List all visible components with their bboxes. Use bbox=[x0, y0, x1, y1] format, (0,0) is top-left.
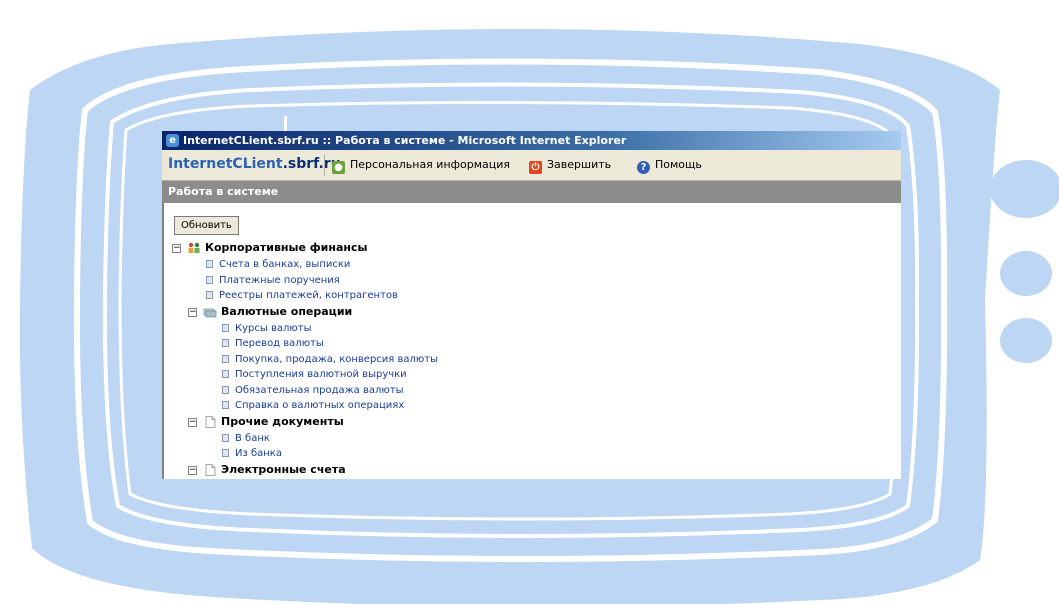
document-icon bbox=[222, 339, 229, 347]
personal-info-label: Персональная информация bbox=[350, 158, 511, 171]
tree-item[interactable]: Счета в банках, выписки bbox=[206, 257, 350, 272]
collapse-toggle-icon[interactable]: − bbox=[188, 417, 197, 427]
collapse-toggle-icon[interactable]: − bbox=[188, 465, 197, 475]
tree-item[interactable]: Из банка bbox=[222, 446, 282, 461]
decor-circle bbox=[1000, 318, 1052, 363]
power-icon: ⏻ bbox=[529, 161, 542, 174]
content-panel: Обновить − Корпоративные финансы Счета в … bbox=[162, 203, 901, 479]
personal-info-button[interactable]: ● Персональная информация bbox=[332, 158, 510, 174]
document-icon bbox=[222, 434, 229, 442]
tree-item-label: Платежные поручения bbox=[219, 275, 340, 286]
tree-item[interactable]: Реестры платежей, контрагентов bbox=[206, 288, 398, 303]
tree-item[interactable]: В банк bbox=[222, 431, 270, 446]
help-button[interactable]: ? Помощь bbox=[637, 158, 702, 174]
page-icon bbox=[205, 464, 216, 476]
brand-logo[interactable]: InternetCLient.sbrf.ru bbox=[168, 156, 341, 172]
tree-node-label: Прочие документы bbox=[221, 415, 344, 428]
document-icon bbox=[222, 370, 229, 378]
people-icon bbox=[188, 242, 200, 253]
document-icon bbox=[222, 355, 229, 363]
currency-icon bbox=[203, 308, 217, 318]
tree-item[interactable]: Обязательная продажа валюты bbox=[222, 383, 404, 398]
help-label: Помощь bbox=[655, 158, 702, 171]
document-icon bbox=[206, 276, 213, 284]
tree-node-label: Корпоративные финансы bbox=[205, 241, 368, 254]
toolbar-separator bbox=[324, 154, 325, 176]
tree-item[interactable]: Курсы валюты bbox=[222, 321, 312, 336]
logout-button[interactable]: ⏻ Завершить bbox=[529, 158, 611, 174]
tree-item-label: Обязательная продажа валюты bbox=[235, 385, 404, 396]
tree-node-label: Валютные операции bbox=[221, 305, 353, 318]
refresh-button[interactable]: Обновить bbox=[174, 216, 239, 235]
tree-item[interactable]: Перевод валюты bbox=[222, 336, 324, 351]
tree-item-label: Перевод валюты bbox=[235, 338, 324, 349]
collapse-toggle-icon[interactable]: − bbox=[188, 307, 197, 317]
help-icon: ? bbox=[637, 161, 650, 174]
page-icon bbox=[205, 416, 216, 428]
tree-node-corporate-finance[interactable]: − Корпоративные финансы bbox=[172, 240, 367, 255]
tree-node-electronic-accounts[interactable]: − Электронные счета bbox=[188, 462, 346, 477]
app-toolbar: InternetCLient.sbrf.ru ● Персональная инф… bbox=[162, 150, 901, 181]
tree-item-label: Покупка, продажа, конверсия валюты bbox=[235, 354, 439, 365]
tree-item[interactable]: Платежные поручения bbox=[206, 273, 340, 288]
ie-icon: e bbox=[166, 134, 179, 147]
tree-item-label: Курсы валюты bbox=[235, 323, 312, 334]
document-icon bbox=[206, 260, 213, 268]
tree-item-label: Поступления валютной выручки bbox=[235, 369, 407, 380]
tree-item-label: Счета в банках, выписки bbox=[219, 259, 351, 270]
window-title: InternetCLient.sbrf.ru :: Работа в систе… bbox=[183, 134, 627, 147]
browser-window: e InternetCLient.sbrf.ru :: Работа в сист… bbox=[162, 131, 901, 479]
logout-label: Завершить bbox=[547, 158, 612, 171]
title-bar: e InternetCLient.sbrf.ru :: Работа в сист… bbox=[162, 131, 901, 150]
user-icon: ● bbox=[332, 161, 345, 174]
section-header: Работа в системе bbox=[162, 181, 901, 203]
brand-part1: InternetCLient bbox=[168, 156, 283, 172]
document-icon bbox=[222, 401, 229, 409]
document-icon bbox=[206, 291, 213, 299]
tree-item-label: В банк bbox=[235, 433, 270, 444]
collapse-toggle-icon[interactable]: − bbox=[172, 243, 181, 253]
tree-item-label: Из банка bbox=[235, 448, 282, 459]
tree-item[interactable]: Справка о валютных операциях bbox=[222, 398, 404, 413]
decor-circle bbox=[990, 160, 1059, 218]
tree-node-label: Электронные счета bbox=[221, 463, 346, 476]
tree-item-label: Реестры платежей, контрагентов bbox=[219, 290, 398, 301]
document-icon bbox=[222, 324, 229, 332]
document-icon bbox=[222, 386, 229, 394]
tree-item[interactable]: Поступления валютной выручки bbox=[222, 367, 407, 382]
decor-circle bbox=[1000, 251, 1052, 296]
tree-item[interactable]: Покупка, продажа, конверсия валюты bbox=[222, 352, 438, 367]
tree-node-currency-operations[interactable]: − Валютные операции bbox=[188, 304, 352, 319]
tree-item-label: Справка о валютных операциях bbox=[235, 400, 405, 411]
tree-node-other-documents[interactable]: − Прочие документы bbox=[188, 414, 344, 429]
document-icon bbox=[222, 449, 229, 457]
